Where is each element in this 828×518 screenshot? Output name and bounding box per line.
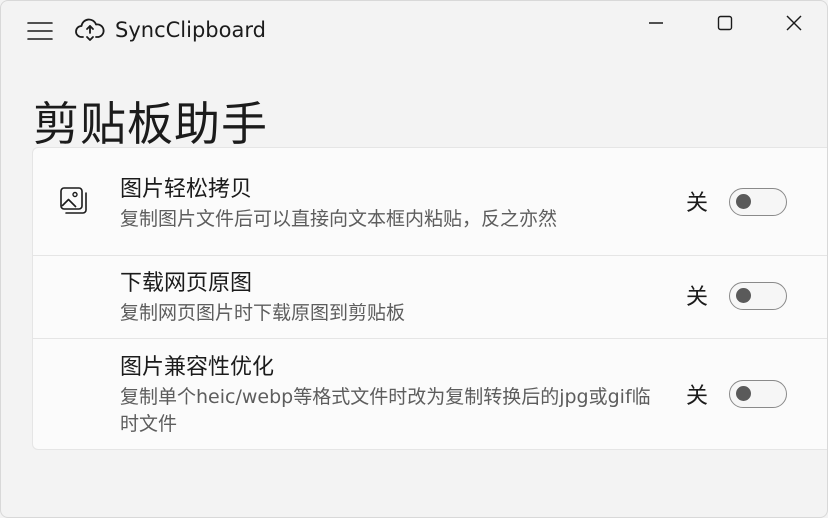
toggle-state-label: 关	[686, 191, 709, 216]
setting-description: 复制网页图片时下载原图到剪贴板	[120, 302, 406, 324]
page-title: 剪贴板助手	[33, 96, 268, 151]
setting-description: 复制单个heic/webp等格式文件时改为复制转换后的jpg或gif临时文件	[120, 386, 651, 435]
menu-button[interactable]	[15, 13, 65, 49]
close-button[interactable]	[760, 1, 827, 45]
toggle-knob	[736, 288, 751, 303]
setting-description: 复制图片文件后可以直接向文本框内粘贴，反之亦然	[120, 208, 558, 230]
close-icon	[786, 15, 802, 31]
minimize-icon	[649, 22, 663, 24]
setting-download-original-image: 下载网页原图 复制网页图片时下载原图到剪贴板 关	[32, 256, 827, 339]
setting-title: 下载网页原图	[120, 271, 253, 296]
setting-title: 图片轻松拷贝	[120, 177, 253, 202]
maximize-icon	[717, 15, 733, 31]
toggle-state-label: 关	[686, 285, 709, 310]
toggle-state-label: 关	[686, 384, 709, 409]
title-bar: SyncClipboard	[1, 1, 827, 59]
hamburger-menu-icon	[27, 22, 53, 40]
toggle-knob	[736, 194, 751, 209]
image-easy-copy-toggle[interactable]	[729, 188, 787, 216]
toggle-knob	[736, 386, 751, 401]
download-original-image-toggle[interactable]	[729, 282, 787, 310]
minimize-button[interactable]	[622, 1, 690, 45]
setting-image-easy-copy: 图片轻松拷贝 复制图片文件后可以直接向文本框内粘贴，反之亦然 关	[32, 147, 827, 256]
setting-title: 图片兼容性优化	[120, 355, 275, 380]
image-copy-icon	[60, 187, 87, 214]
app-logo	[75, 17, 105, 43]
cloud-sync-icon	[75, 18, 105, 41]
maximize-button[interactable]	[691, 1, 759, 45]
image-compatibility-toggle[interactable]	[729, 380, 787, 408]
app-window: SyncClipboard 剪贴板助手 图片轻松拷贝 复制图片文件后可以直接向文…	[0, 0, 828, 518]
app-title: SyncClipboard	[115, 18, 266, 42]
setting-image-compatibility: 图片兼容性优化 复制单个heic/webp等格式文件时改为复制转换后的jpg或g…	[32, 339, 827, 450]
